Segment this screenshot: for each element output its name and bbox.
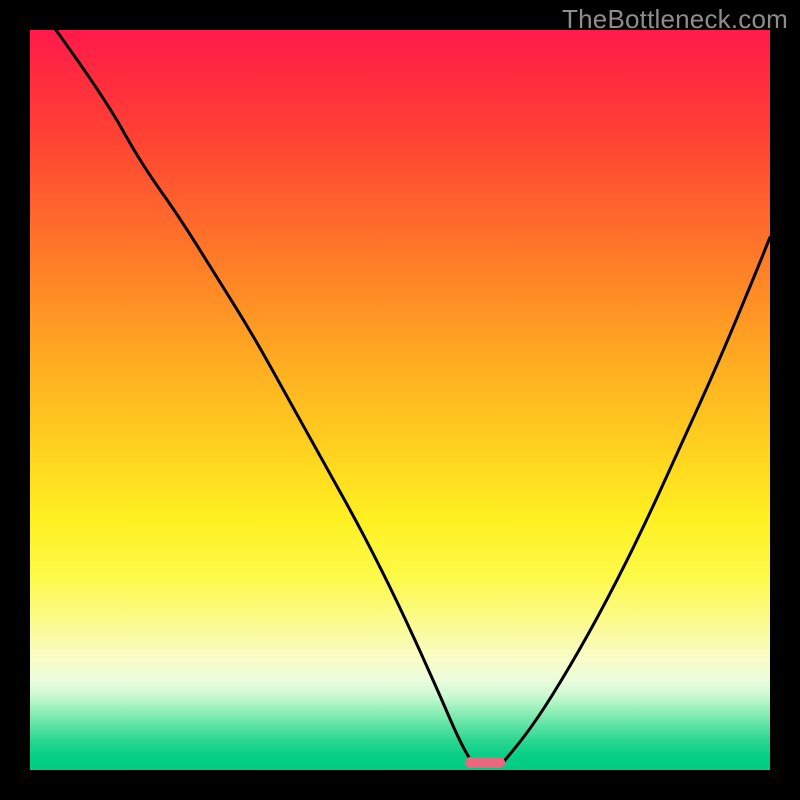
watermark-text: TheBottleneck.com <box>562 4 788 35</box>
plot-area <box>30 30 770 770</box>
bottleneck-curve <box>30 30 770 770</box>
curve-path <box>56 30 770 766</box>
valley-marker <box>465 757 506 769</box>
chart-canvas-frame: TheBottleneck.com <box>0 0 800 800</box>
